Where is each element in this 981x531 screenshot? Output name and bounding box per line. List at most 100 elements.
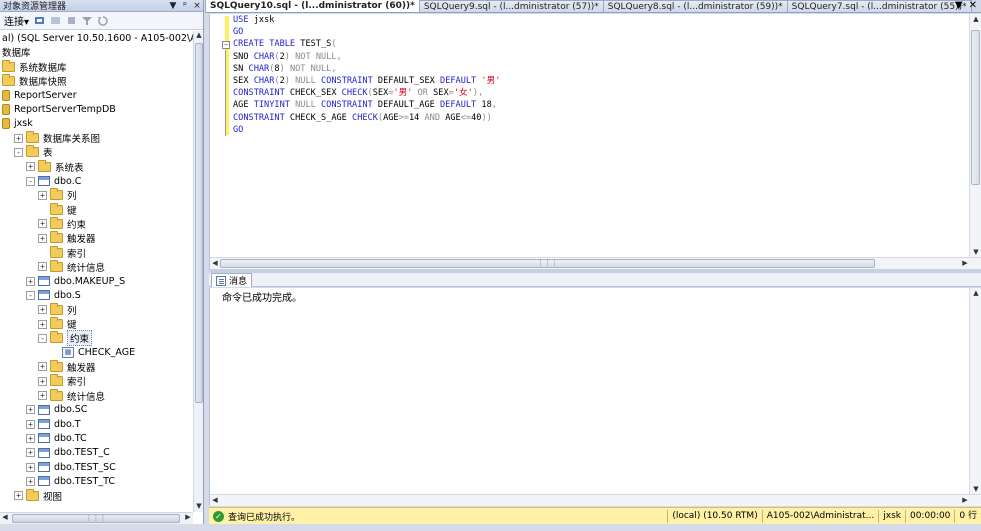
tree-node[interactable]: + 视图	[14, 488, 62, 503]
scrollbar-thumb[interactable]	[195, 43, 203, 403]
tree-node[interactable]: ReportServerTempDB	[2, 103, 116, 117]
code-line[interactable]: CONSTRAINT CHECK_SEX CHECK(SEX = '男' OR SE…	[233, 87, 968, 99]
tree-node[interactable]: - dbo.C	[26, 174, 81, 188]
tree-node[interactable]: + 统计信息	[38, 388, 105, 403]
collapse-icon[interactable]: -	[38, 333, 47, 343]
tree-node[interactable]: + dbo.TEST_TC	[26, 474, 115, 488]
tree-node[interactable]: + dbo.TEST_C	[26, 446, 110, 460]
code-line[interactable]: CREATE TABLE TEST_S(	[233, 38, 968, 50]
tree-node[interactable]: 数据库快照	[2, 73, 67, 88]
scroll-up-arrow-icon[interactable]: ▲	[971, 15, 981, 23]
tree-node[interactable]: - dbo.S	[26, 288, 81, 302]
code-line[interactable]: GO	[233, 26, 968, 38]
tree-node[interactable]: + dbo.T	[26, 417, 81, 431]
expand-icon[interactable]: +	[26, 276, 35, 286]
object-explorer-horizontal-scrollbar[interactable]: ◀ ⋮⋮⋮ ▶	[0, 512, 193, 524]
expand-icon[interactable]: +	[26, 476, 35, 486]
tree-node[interactable]: + dbo.MAKEUP_S	[26, 274, 125, 288]
expand-icon[interactable]: +	[14, 133, 23, 143]
scroll-down-arrow-icon[interactable]: ▼	[194, 502, 203, 512]
tab-messages[interactable]: 消息	[211, 273, 253, 287]
scrollbar-thumb[interactable]: ⋮⋮⋮	[220, 259, 875, 268]
expand-icon[interactable]: +	[38, 262, 47, 272]
tree-node[interactable]: + 约束	[38, 216, 86, 231]
expand-icon[interactable]: +	[38, 305, 47, 315]
tree-node[interactable]: al) (SQL Server 10.50.1600 - A105-002\Ad…	[2, 31, 193, 45]
disconnect-icon[interactable]	[49, 15, 61, 27]
code-line[interactable]: AGE TINYINT NULL CONSTRAINT DEFAULT_AGE …	[233, 99, 968, 111]
editor-vertical-scrollbar[interactable]: ▲ ▼	[969, 14, 981, 257]
refresh-icon[interactable]	[97, 15, 109, 27]
scroll-up-arrow-icon[interactable]: ▲	[194, 31, 203, 41]
results-vertical-scrollbar[interactable]: ▲ ▼	[969, 288, 981, 494]
expand-icon[interactable]: +	[26, 433, 35, 443]
expand-icon[interactable]: +	[38, 190, 47, 200]
expand-icon[interactable]: +	[26, 405, 35, 415]
connect-object-icon[interactable]	[33, 15, 45, 27]
tree-node[interactable]: + dbo.TEST_SC	[26, 460, 116, 474]
expand-icon[interactable]: +	[38, 233, 47, 243]
expand-icon[interactable]: +	[26, 419, 35, 429]
tree-node[interactable]: + 触发器	[38, 359, 96, 374]
collapse-icon[interactable]: -	[26, 290, 35, 300]
tree-node[interactable]: + 键	[38, 317, 77, 331]
expand-icon[interactable]: +	[26, 448, 35, 458]
scroll-left-arrow-icon[interactable]: ◀	[210, 495, 220, 506]
editor-horizontal-scrollbar[interactable]: ◀ ⋮⋮⋮ ▶	[210, 257, 981, 269]
close-document-icon[interactable]: ✕	[969, 0, 977, 12]
scroll-up-arrow-icon[interactable]: ▲	[971, 289, 981, 297]
object-explorer-vertical-scrollbar[interactable]: ▲ ▼	[193, 31, 203, 512]
code-area[interactable]: USE jxsk GO CREATE TABLE TEST_S(SNO CHAR(2…	[233, 14, 968, 257]
tree-node[interactable]: - 约束	[38, 330, 93, 347]
close-icon[interactable]: ×	[191, 1, 203, 11]
expand-icon[interactable]: +	[38, 376, 47, 386]
filter-icon[interactable]	[81, 15, 93, 27]
scroll-right-arrow-icon[interactable]: ▶	[960, 495, 970, 506]
dropdown-icon[interactable]: ▼	[167, 1, 179, 11]
tree-node[interactable]: 数据库	[2, 45, 31, 59]
pin-icon[interactable]: ᵖ	[179, 1, 191, 11]
scroll-right-arrow-icon[interactable]: ▶	[183, 513, 193, 524]
expand-icon[interactable]: +	[26, 462, 35, 472]
code-line[interactable]: GO	[233, 124, 968, 136]
tab-sqlquery8[interactable]: SQLQuery8.sql - (l...dministrator (59))*	[602, 0, 788, 12]
scroll-down-arrow-icon[interactable]: ▼	[971, 485, 981, 493]
tree-node[interactable]: + 列	[38, 188, 77, 202]
expand-icon[interactable]: +	[26, 162, 35, 172]
scrollbar-thumb[interactable]	[971, 30, 980, 185]
expand-icon[interactable]: +	[38, 362, 47, 372]
tree-node[interactable]: + 列	[38, 302, 77, 317]
scroll-right-arrow-icon[interactable]: ▶	[960, 258, 970, 269]
tree-node[interactable]: + 触发器	[38, 231, 96, 245]
connect-button[interactable]: 连接▾	[4, 13, 29, 28]
tab-sqlquery7[interactable]: SQLQuery7.sql - (l...dministrator (55))*	[786, 0, 972, 12]
tree-node[interactable]: + dbo.TC	[26, 431, 87, 445]
scrollbar-thumb[interactable]: ⋮⋮⋮	[12, 514, 180, 523]
tree-node[interactable]: + 系统表	[26, 159, 84, 174]
collapse-outline-icon[interactable]: −	[222, 41, 230, 49]
scroll-down-arrow-icon[interactable]: ▼	[971, 248, 981, 256]
stop-icon[interactable]	[65, 15, 77, 27]
tree-node[interactable]: 键	[50, 202, 77, 217]
tree-node[interactable]: + 索引	[38, 374, 86, 388]
code-line[interactable]: SN CHAR(8) NOT NULL,	[233, 63, 968, 75]
tree-node[interactable]: 索引	[50, 245, 86, 260]
expand-icon[interactable]: +	[14, 491, 23, 501]
expand-icon[interactable]: +	[38, 219, 47, 229]
expand-icon[interactable]: +	[38, 391, 47, 400]
tab-list-dropdown-icon[interactable]: ▼	[955, 0, 963, 12]
tab-sqlquery9[interactable]: SQLQuery9.sql - (l...dministrator (57))*	[418, 0, 604, 12]
tree-node[interactable]: + 数据库关系图	[14, 131, 100, 145]
sql-editor[interactable]: − USE jxsk GO CREATE TABLE TEST_S(SNO CHAR…	[209, 14, 981, 269]
tree-node[interactable]: 系统数据库	[2, 59, 67, 74]
collapse-icon[interactable]: -	[14, 147, 23, 157]
tab-sqlquery10[interactable]: SQLQuery10.sql - (l...dministrator (60))…	[205, 0, 420, 12]
code-line[interactable]: CONSTRAINT CHECK_S_AGE CHECK(AGE >= 14 AND…	[233, 112, 968, 124]
tree-node[interactable]: -表	[14, 145, 53, 159]
tree-node[interactable]: + 统计信息	[38, 259, 105, 274]
expand-icon[interactable]: +	[38, 319, 47, 329]
code-line[interactable]: SEX CHAR(2) NULL CONSTRAINT DEFAULT_SEX …	[233, 75, 968, 87]
collapse-icon[interactable]: -	[26, 176, 35, 186]
tree-node[interactable]: + dbo.SC	[26, 403, 87, 417]
tree-node[interactable]: ▦ CHECK_AGE	[62, 346, 135, 360]
